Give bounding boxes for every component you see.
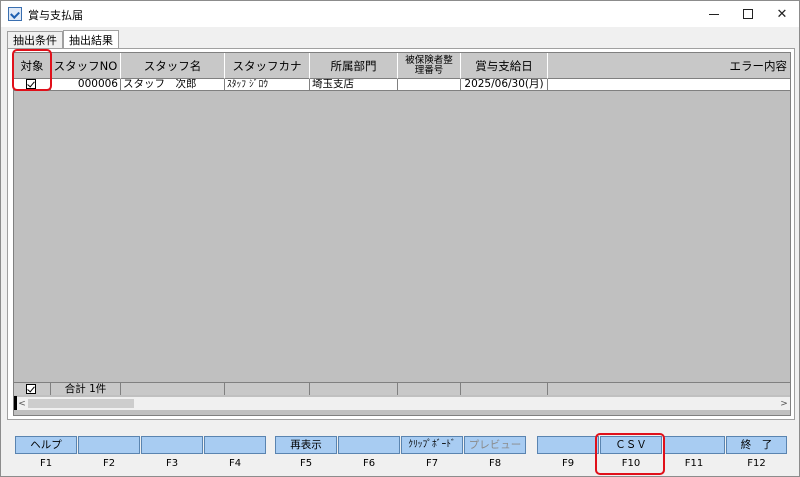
results-grid: 対象 スタッフNO スタッフ名 スタッフカナ 所属部門 被保険者整 理番号 賞与… <box>13 52 791 416</box>
scroll-left-icon[interactable]: < <box>16 398 28 410</box>
maximize-button[interactable] <box>731 1 765 27</box>
fn-key-label: F12 <box>747 458 766 469</box>
fn-key-label: F2 <box>102 458 116 469</box>
app-window: 賞与支払届 ✕ 抽出条件 抽出結果 対象 スタッフNO スタッフ名 スタッフカナ… <box>0 0 800 477</box>
scrollbar-thumb[interactable] <box>28 399 134 408</box>
fn-key-label: F7 <box>425 458 439 469</box>
f11-button[interactable] <box>663 436 725 454</box>
cell-staff-name[interactable]: スタッフ 次郎 <box>121 79 225 91</box>
tab-extract-results[interactable]: 抽出結果 <box>63 30 119 49</box>
fn-key-label: F4 <box>228 458 242 469</box>
tab-extract-conditions[interactable]: 抽出条件 <box>7 31 63 49</box>
f9-button[interactable] <box>537 436 599 454</box>
refresh-button[interactable]: 再表示 <box>275 436 337 454</box>
f2-button[interactable] <box>78 436 140 454</box>
footer-cell <box>225 383 310 395</box>
close-icon: ✕ <box>776 6 788 22</box>
preview-button[interactable]: プレビュー <box>464 436 526 454</box>
fn-key-label: F5 <box>299 458 313 469</box>
close-button[interactable]: ✕ <box>765 1 799 27</box>
highlight-target-column <box>12 49 52 91</box>
column-header-staff-name[interactable]: スタッフ名 <box>121 53 225 79</box>
footer-total: 合計 1件 <box>51 383 121 395</box>
footer-cell <box>461 383 548 395</box>
minimize-icon <box>709 13 719 15</box>
f6-button[interactable] <box>338 436 400 454</box>
highlight-csv-button <box>595 433 665 475</box>
help-button[interactable]: ヘルプ <box>15 436 77 454</box>
column-header-insured-number[interactable]: 被保険者整 理番号 <box>398 53 461 79</box>
fn-key-label: F3 <box>165 458 179 469</box>
f4-button[interactable] <box>204 436 266 454</box>
fn-key-label: F11 <box>684 458 704 469</box>
cell-staff-kana[interactable]: ｽﾀｯﾌ ｼﾞﾛｳ <box>225 79 310 91</box>
exit-button[interactable]: 終 了 <box>726 436 787 454</box>
column-header-pay-date[interactable]: 賞与支給日 <box>461 53 548 79</box>
footer-checkbox-cell[interactable] <box>14 383 51 395</box>
cell-department[interactable]: 埼玉支店 <box>310 79 398 91</box>
results-panel: 対象 スタッフNO スタッフ名 スタッフカナ 所属部門 被保険者整 理番号 賞与… <box>7 48 795 420</box>
window-title: 賞与支払届 <box>28 9 83 22</box>
select-all-checkbox[interactable] <box>26 384 36 394</box>
horizontal-scrollbar[interactable]: < > <box>14 396 790 410</box>
grid-footer: 合計 1件 <box>14 382 790 395</box>
cell-staff-no[interactable]: 000006 <box>51 79 121 91</box>
column-header-department[interactable]: 所属部門 <box>310 53 398 79</box>
fn-key-label: F1 <box>39 458 53 469</box>
tab-strip: 抽出条件 抽出結果 <box>7 30 119 49</box>
column-header-staff-no[interactable]: スタッフNO <box>51 53 121 79</box>
footer-cell <box>310 383 398 395</box>
cell-pay-date[interactable]: 2025/06/30(月) <box>461 79 548 91</box>
maximize-icon <box>743 9 753 19</box>
row-marker <box>14 396 17 410</box>
f3-button[interactable] <box>141 436 203 454</box>
footer-cell <box>121 383 225 395</box>
cell-insured-number[interactable] <box>398 79 461 91</box>
app-icon <box>8 7 22 21</box>
fn-key-label: F6 <box>362 458 376 469</box>
footer-cell <box>398 383 461 395</box>
cell-error[interactable] <box>548 79 790 91</box>
column-header-error[interactable]: エラー内容 <box>548 53 790 79</box>
scroll-right-icon[interactable]: > <box>778 398 790 410</box>
title-bar: 賞与支払届 ✕ <box>1 1 799 27</box>
fn-key-label: F9 <box>561 458 575 469</box>
column-header-staff-kana[interactable]: スタッフカナ <box>225 53 310 79</box>
fn-key-label: F8 <box>488 458 502 469</box>
clipboard-button[interactable]: ｸﾘｯﾌﾟﾎﾞｰﾄﾞ <box>401 436 463 454</box>
minimize-button[interactable] <box>697 1 731 27</box>
